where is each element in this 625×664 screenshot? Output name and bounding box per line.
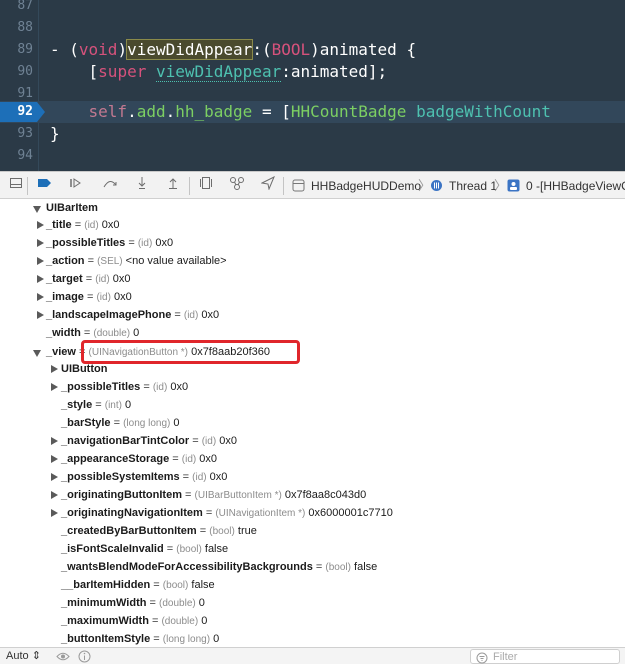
variable-row[interactable]: _style = (int) 0 xyxy=(0,396,625,414)
thread-icon xyxy=(430,179,443,192)
toolbar-separator xyxy=(27,177,28,195)
disclosure-triangle-icon[interactable] xyxy=(36,270,46,288)
variable-row[interactable]: _buttonItemStyle = (long long) 0 xyxy=(0,630,625,647)
variable-row[interactable]: _action = (SEL) <no value available> xyxy=(0,252,625,270)
step-into-icon[interactable] xyxy=(132,176,152,196)
breadcrumb-app[interactable]: HHBadgeHUDDemo xyxy=(311,176,421,196)
view-hierarchy-icon[interactable] xyxy=(196,176,216,196)
step-over-icon[interactable] xyxy=(100,176,120,196)
line-number: 93 xyxy=(17,126,33,141)
code-line-92-current[interactable]: 92 self.add.hh_badge = [HHCountBadge bad… xyxy=(0,101,625,123)
variable-row[interactable]: _originatingButtonItem = (UIBarButtonIte… xyxy=(0,486,625,504)
breakpoints-toggle-icon[interactable] xyxy=(35,176,55,196)
disclosure-triangle-icon[interactable] xyxy=(36,252,46,270)
variable-row[interactable]: _landscapeImagePhone = (id) 0x0 xyxy=(0,306,625,324)
line-number: 87 xyxy=(17,0,33,13)
code-text: [super viewDidAppear:animated]; xyxy=(50,62,388,82)
code-line-94[interactable]: 94 xyxy=(0,145,625,167)
method-name-highlight: viewDidAppear xyxy=(126,39,254,60)
code-line-90[interactable]: 90 [super viewDidAppear:animated]; xyxy=(0,61,625,83)
code-line-88[interactable]: 88 xyxy=(0,17,625,39)
code-editor[interactable]: 87 88 89 - (void)viewDidAppear:(BOOL)ani… xyxy=(0,0,625,171)
disclosure-triangle-icon[interactable] xyxy=(33,343,43,361)
updown-chevron-icon: ⇕ xyxy=(31,650,41,662)
disclosure-triangle-icon[interactable] xyxy=(50,432,60,450)
disclosure-triangle-icon[interactable] xyxy=(36,234,46,252)
variable-row[interactable]: _target = (id) 0x0 xyxy=(0,270,625,288)
variable-row[interactable]: _isFontScaleInvalid = (bool) false xyxy=(0,540,625,558)
variable-row[interactable]: _originatingNavigationItem = (UINavigati… xyxy=(0,504,625,522)
filter-icon xyxy=(476,651,488,664)
breadcrumb-frame[interactable]: 0 -[HHBadgeViewC xyxy=(526,176,625,196)
info-icon[interactable] xyxy=(78,650,91,663)
variable-row[interactable]: _image = (id) 0x0 xyxy=(0,288,625,306)
code-line-93[interactable]: 93 } xyxy=(0,123,625,145)
variable-row[interactable]: _maximumWidth = (double) 0 xyxy=(0,612,625,630)
code-text: } xyxy=(50,124,60,143)
hide-debug-area-icon[interactable] xyxy=(6,176,26,196)
disclosure-triangle-icon[interactable] xyxy=(36,306,46,324)
debug-toolbar: HHBadgeHUDDemo 〉 Thread 1 〉 0 -[HHBadgeV… xyxy=(0,171,625,199)
disclosure-triangle-icon[interactable] xyxy=(36,288,46,306)
toolbar-separator xyxy=(283,177,284,195)
variable-row[interactable]: _title = (id) 0x0 xyxy=(0,216,625,234)
code-line-87[interactable]: 87 xyxy=(0,0,625,17)
toolbar-separator xyxy=(189,177,190,195)
quick-look-eye-icon[interactable] xyxy=(56,650,70,663)
breadcrumb-chevron-icon: 〉 xyxy=(494,178,508,193)
disclosure-triangle-icon[interactable] xyxy=(50,504,60,522)
line-number: 94 xyxy=(17,148,33,163)
variable-row[interactable]: _createdByBarButtonItem = (bool) true xyxy=(0,522,625,540)
simulate-location-icon[interactable] xyxy=(258,175,278,196)
variable-row[interactable]: UIButton xyxy=(0,360,625,378)
disclosure-triangle-icon[interactable] xyxy=(50,486,60,504)
disclosure-triangle-icon[interactable] xyxy=(50,378,60,396)
variable-row[interactable]: _minimumWidth = (double) 0 xyxy=(0,594,625,612)
disclosure-triangle-icon[interactable] xyxy=(50,360,60,378)
stack-frame-icon xyxy=(507,179,520,192)
memory-graph-icon[interactable] xyxy=(227,176,247,196)
variable-row[interactable]: _navigationBarTintColor = (id) 0x0 xyxy=(0,432,625,450)
variable-row[interactable]: UIBarItem xyxy=(0,199,625,217)
scope-selector[interactable]: Auto ⇕ xyxy=(6,648,41,664)
disclosure-triangle-icon[interactable] xyxy=(50,468,60,486)
variable-row[interactable]: _possibleTitles = (id) 0x0 xyxy=(0,234,625,252)
breakpoint-arrow-icon xyxy=(37,102,45,122)
variable-row[interactable]: _wantsBlendModeForAccessibilityBackgroun… xyxy=(0,558,625,576)
variable-row[interactable]: __barItemHidden = (bool) false xyxy=(0,576,625,594)
filter-field[interactable] xyxy=(470,649,620,664)
code-line-89[interactable]: 89 - (void)viewDidAppear:(BOOL)animated … xyxy=(0,39,625,61)
debug-bottom-bar: Auto ⇕ xyxy=(0,647,625,664)
code-text: - (void)viewDidAppear:(BOOL)animated { xyxy=(50,39,417,60)
continue-icon[interactable] xyxy=(66,176,86,196)
disclosure-triangle-icon[interactable] xyxy=(50,450,60,468)
line-number: 92 xyxy=(17,104,33,119)
variables-view: UIBarItem _title = (id) 0x0 _possibleTit… xyxy=(0,199,625,647)
variable-row[interactable]: _possibleTitles = (id) 0x0 xyxy=(0,378,625,396)
breadcrumb-thread[interactable]: Thread 1 xyxy=(449,176,497,196)
code-text: self.add.hh_badge = [HHCountBadge badgeW… xyxy=(88,102,551,121)
variable-row[interactable]: _possibleSystemItems = (id) 0x0 xyxy=(0,468,625,486)
line-number: 88 xyxy=(17,20,33,35)
filter-input[interactable] xyxy=(493,650,613,663)
disclosure-triangle-icon[interactable] xyxy=(33,199,43,217)
variable-row[interactable]: _barStyle = (long long) 0 xyxy=(0,414,625,432)
line-number: 90 xyxy=(17,64,33,79)
step-out-icon[interactable] xyxy=(163,176,183,196)
disclosure-triangle-icon[interactable] xyxy=(36,216,46,234)
line-number: 89 xyxy=(17,42,33,57)
variable-row[interactable]: _appearanceStorage = (id) 0x0 xyxy=(0,450,625,468)
app-target-icon xyxy=(292,179,305,192)
